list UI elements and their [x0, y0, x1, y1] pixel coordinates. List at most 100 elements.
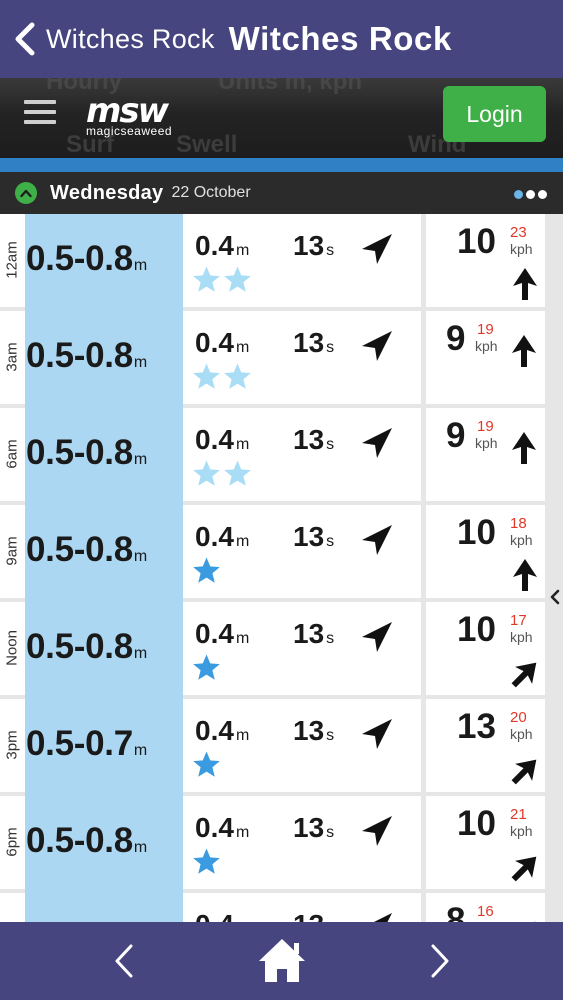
swell-period-value: 13: [293, 521, 325, 552]
swell-height: 0.4m: [195, 230, 249, 262]
wind-speed: 9: [446, 319, 466, 358]
swell-height-value: 0.4: [195, 230, 234, 261]
units-ghost-label: Units m, kph: [218, 78, 363, 95]
wind-gust: 18: [510, 515, 527, 532]
time-label: 3pm: [3, 730, 21, 760]
time-label: Noon: [3, 630, 21, 666]
wind-speed: 10: [457, 513, 496, 552]
day-header: Wednesday 22 October: [0, 172, 563, 214]
wind-gust: 21: [510, 806, 527, 823]
wind-cell: 13 20 kph: [426, 699, 545, 792]
time-cell: 3am: [0, 311, 25, 404]
wind-gust: 20: [510, 709, 527, 726]
swell-cell: 0.4m 13s: [183, 408, 421, 501]
star-icon: [193, 460, 220, 486]
side-panel-toggle[interactable]: [547, 582, 563, 612]
next-button[interactable]: [420, 940, 460, 982]
msw-logo[interactable]: msw magicseaweed: [86, 94, 172, 138]
top-nav-bar: Witches Rock Witches Rock: [0, 0, 563, 78]
swell-period: 13s: [293, 327, 334, 359]
swell-period-value: 13: [293, 812, 325, 843]
forecast-row[interactable]: 9pm0.5-0.7m0.4m13s816kph: [0, 893, 563, 922]
swell-period: 13s: [293, 618, 334, 650]
swell-height-unit: m: [235, 436, 250, 453]
forecast-table[interactable]: 12am 0.5-0.8m 0.4 m 13 s 10 23 kph 3am 0.5-0.8m 0.4…: [0, 214, 563, 922]
swell-height-unit: m: [235, 727, 250, 744]
swell-height-unit: m: [235, 533, 250, 550]
surf-cell: 0.5-0.8m: [25, 311, 183, 408]
chevron-left-icon: [15, 22, 35, 56]
site-header: Hourly Units m, kph Surf Swell Wind msw …: [0, 78, 563, 158]
login-button[interactable]: Login: [443, 86, 546, 142]
swell-height: 0.4m: [195, 424, 249, 456]
wind-cell: 10 17 kph: [426, 602, 545, 695]
swell-cell: 0.4m 13s: [183, 214, 421, 307]
swell-period-value: 13: [293, 424, 325, 455]
wind-unit: kph: [475, 435, 498, 451]
swell-height: 0.4m: [195, 327, 249, 359]
surf-range: 0.5-0.7: [26, 724, 133, 763]
forecast-row[interactable]: 12am 0.5-0.8m 0.4 m 13 s 10 23 kph: [0, 214, 563, 311]
wind-unit: kph: [510, 241, 533, 257]
time-cell: 6pm: [0, 796, 25, 889]
forecast-row[interactable]: 6am 0.5-0.8m 0.4 m 13 s 9 19 kph: [0, 408, 563, 505]
swell-height: 0.4m: [195, 812, 249, 844]
time-cell: Noon: [0, 602, 25, 695]
swell-period-unit: s: [326, 727, 335, 744]
forecast-row[interactable]: Noon 0.5-0.8 m 0.4 m 13 s 10 17 kph: [0, 602, 563, 699]
wind-unit: kph: [510, 629, 533, 645]
swell-height: 0.4m: [195, 618, 249, 650]
star-icon: [193, 363, 220, 389]
home-button[interactable]: [256, 936, 308, 986]
arrow-icon: [510, 921, 536, 922]
wind-speed: 13: [457, 707, 496, 746]
time-label: 12am: [3, 241, 21, 279]
swell-period-value: 13: [293, 715, 325, 746]
dots-icon[interactable]: [511, 190, 547, 199]
day-date: 22 October: [171, 184, 251, 201]
swell-period-unit: s: [326, 630, 335, 647]
rating-stars: [192, 653, 223, 682]
collapse-day-button[interactable]: [15, 182, 37, 204]
swell-period-unit: s: [326, 436, 335, 453]
star-icon: [193, 848, 220, 874]
swell-period-unit: s: [326, 824, 335, 841]
swell-height-value: 0.4: [195, 715, 234, 746]
chevron-left-icon: [115, 944, 133, 978]
arrow-icon: [511, 759, 537, 785]
navigation-arrow-icon: [362, 525, 392, 555]
forecast-row[interactable]: 3pm 0.5-0.7m 0.4 m 13 s 13 20 kph: [0, 699, 563, 796]
swell-height: 0.4m: [195, 715, 249, 747]
previous-button[interactable]: [104, 940, 144, 982]
swell-cell: 0.4m 13s: [183, 505, 421, 598]
hamburger-menu-icon[interactable]: [24, 100, 56, 130]
swell-height-unit: m: [235, 630, 250, 647]
swell-height-value: 0.4: [195, 424, 234, 455]
surf-height: 0.5-0.8m: [26, 336, 147, 376]
wind-speed: 9: [446, 416, 466, 455]
chevron-left-icon: [550, 589, 560, 605]
star-icon: [224, 460, 251, 486]
surf-height: 0.5-0.8m: [26, 530, 147, 570]
forecast-row[interactable]: 6pm 0.5-0.8m 0.4 m 13 s 10 21 kph: [0, 796, 563, 893]
arrow-icon: [513, 559, 537, 591]
star-icon: [193, 654, 220, 680]
arrow-icon: [511, 856, 537, 882]
navigation-arrow-icon: [362, 719, 392, 749]
time-label: 6pm: [3, 827, 21, 857]
wind-unit: kph: [510, 726, 533, 742]
navigation-arrow-icon: [362, 816, 392, 846]
back-button[interactable]: Witches Rock: [12, 21, 215, 57]
surf-range: 0.5-0.8: [26, 627, 133, 666]
swell-period-unit: s: [326, 339, 335, 356]
wind-speed: 8: [446, 901, 466, 922]
forecast-row[interactable]: 9am 0.5-0.8m 0.4 m 13 s 10 18 kph: [0, 505, 563, 602]
day-name: Wednesday: [50, 181, 164, 204]
navigation-arrow-icon: [362, 428, 392, 458]
time-cell: 12am: [0, 214, 25, 307]
swell-period-value: 13: [293, 327, 325, 358]
swell-period-value: 13: [293, 909, 324, 922]
swell-ghost-label: Swell: [176, 131, 238, 158]
wind-unit: kph: [475, 338, 498, 354]
forecast-row[interactable]: 3am 0.5-0.8m 0.4 m 13 s 9 19 kph: [0, 311, 563, 408]
